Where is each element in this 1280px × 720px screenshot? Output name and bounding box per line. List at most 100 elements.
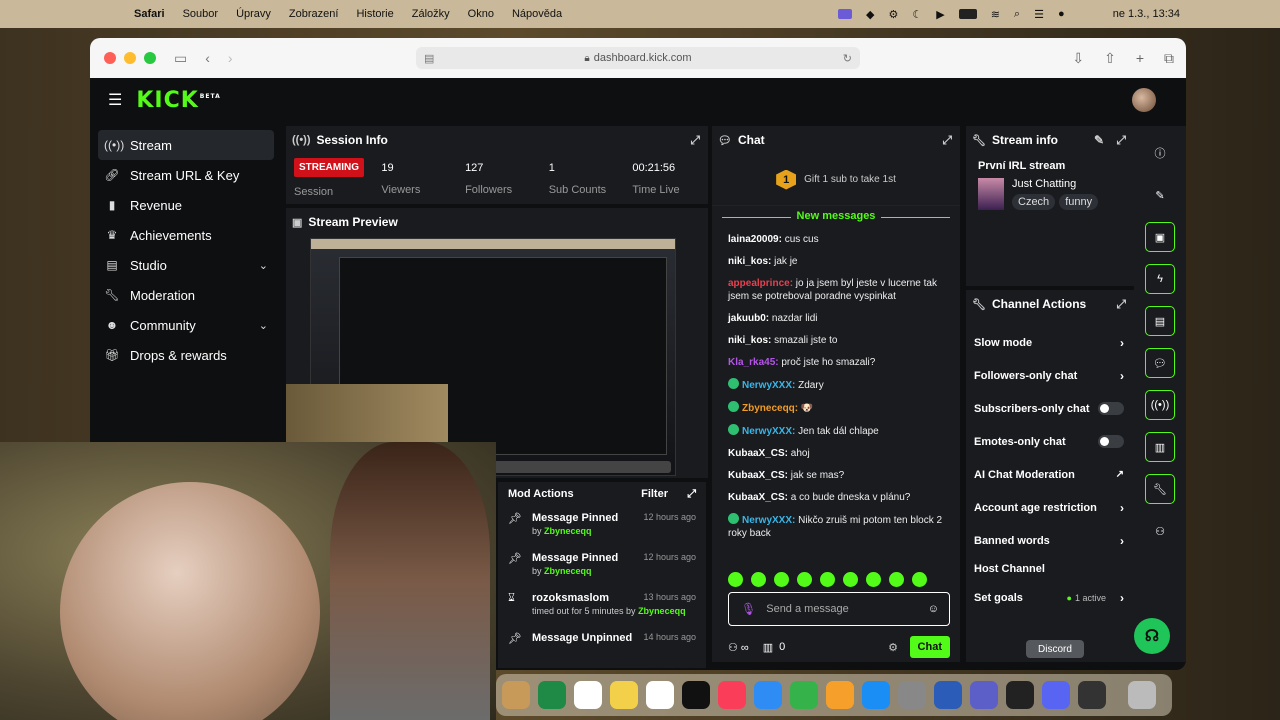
- screen-record-icon[interactable]: [838, 9, 852, 19]
- document-icon[interactable]: ▤: [1145, 306, 1175, 336]
- pages-dock-icon[interactable]: [826, 681, 854, 709]
- gift-count-icon[interactable]: ▥: [763, 641, 773, 654]
- category-thumbnail[interactable]: [978, 178, 1004, 210]
- sidebar-item-community[interactable]: ☻ Community ⌄: [98, 310, 274, 340]
- obs-dock-icon[interactable]: [1078, 681, 1106, 709]
- sidebar-item-stream[interactable]: ((•)) Stream: [98, 130, 274, 160]
- emoji-icon[interactable]: ☺: [928, 603, 939, 615]
- menu-item-view[interactable]: Zobrazení: [289, 8, 339, 20]
- gear-icon[interactable]: ⚙: [888, 641, 898, 654]
- chat-username[interactable]: laina20009:: [728, 234, 782, 245]
- chat-username[interactable]: appealprince:: [728, 278, 793, 289]
- notes-dock-icon[interactable]: [610, 681, 638, 709]
- reminders-dock-icon[interactable]: [574, 681, 602, 709]
- close-window-button[interactable]: [104, 52, 116, 64]
- discord-dock-icon[interactable]: [1042, 681, 1070, 709]
- expand-icon[interactable]: ⤢: [1116, 133, 1126, 148]
- expand-icon[interactable]: ⤢: [687, 488, 696, 501]
- back-arrow-icon[interactable]: ‹: [205, 50, 210, 66]
- emote-icon[interactable]: [912, 572, 927, 587]
- mod-action-moderator[interactable]: Zbyneceqq: [638, 606, 686, 616]
- sidebar-item-moderation[interactable]: 🔧︎ Moderation: [98, 280, 274, 310]
- menu-item-bookmarks[interactable]: Záložky: [412, 8, 450, 20]
- chat-username[interactable]: NerwyXXX:: [742, 426, 795, 437]
- search-icon[interactable]: ⌕: [1014, 8, 1020, 21]
- microphone-icon[interactable]: 🎙︎: [741, 602, 756, 616]
- sidebar-item-studio[interactable]: ▤ Studio ⌄: [98, 250, 274, 280]
- wrench-icon[interactable]: 🔧︎: [1145, 474, 1175, 504]
- music-dock-icon[interactable]: [718, 681, 746, 709]
- numbers-dock-icon[interactable]: [790, 681, 818, 709]
- kick-logo[interactable]: KICKBETA: [136, 88, 220, 113]
- settings-icon[interactable]: ⚙: [888, 8, 898, 21]
- menu-item-edit[interactable]: Úpravy: [236, 8, 271, 20]
- chat-username[interactable]: niki_kos:: [728, 256, 771, 267]
- wifi-icon[interactable]: ≋: [991, 8, 1000, 21]
- menu-item-history[interactable]: Historie: [356, 8, 393, 20]
- chat-username[interactable]: NerwyXXX:: [742, 380, 795, 391]
- chat-bubble-icon[interactable]: 💬︎: [1145, 348, 1175, 378]
- control-center-icon[interactable]: ☰: [1034, 8, 1044, 21]
- expand-icon[interactable]: ⤢: [1116, 297, 1126, 312]
- tag-chip[interactable]: Czech: [1012, 194, 1056, 210]
- excel-dock-icon[interactable]: [538, 681, 566, 709]
- edit-pencil-icon[interactable]: ✎: [1094, 133, 1104, 147]
- emote-icon[interactable]: [797, 572, 812, 587]
- mod-action-item[interactable]: ⌛︎ rozoksmaslom timed out for 5 minutes by…: [498, 586, 706, 626]
- menu-item-window[interactable]: Okno: [468, 8, 494, 20]
- viewers-link-icon[interactable]: ⚇ ∞: [728, 641, 749, 654]
- emote-icon[interactable]: [889, 572, 904, 587]
- tag-chip[interactable]: funny: [1059, 194, 1099, 210]
- emote-icon[interactable]: [843, 572, 858, 587]
- emote-icon[interactable]: [728, 572, 743, 587]
- app-dock-icon[interactable]: [502, 681, 530, 709]
- siri-icon[interactable]: ●: [1058, 8, 1065, 20]
- sidebar-item-stream-url[interactable]: 🔗︎ Stream URL & Key: [98, 160, 274, 190]
- settings-dock-icon[interactable]: [898, 681, 926, 709]
- freeform-dock-icon[interactable]: [646, 681, 674, 709]
- action-slow-mode[interactable]: Slow mode ›: [966, 326, 1134, 359]
- action-account-age[interactable]: Account age restriction ›: [966, 491, 1134, 524]
- emote-icon[interactable]: [866, 572, 881, 587]
- terminal-dock-icon[interactable]: [1006, 681, 1034, 709]
- extension-icon[interactable]: ◆: [866, 8, 874, 21]
- chat-username[interactable]: NerwyXXX:: [742, 515, 795, 526]
- filter-button[interactable]: Filter: [641, 488, 668, 500]
- menubar-clock[interactable]: ne 1.3., 13:34: [1113, 8, 1180, 20]
- battery-icon[interactable]: [958, 9, 977, 19]
- appstore-dock-icon[interactable]: [862, 681, 890, 709]
- chat-username[interactable]: Zbyneceqq:: [742, 403, 798, 414]
- server-icon[interactable]: ▥: [1145, 432, 1175, 462]
- chat-username[interactable]: KubaaX_CS:: [728, 492, 788, 503]
- expand-icon[interactable]: ⤢: [942, 133, 952, 148]
- menu-item-file[interactable]: Soubor: [183, 8, 218, 20]
- sidebar-item-revenue[interactable]: ▮ Revenue: [98, 190, 274, 220]
- reload-icon[interactable]: ↻: [843, 52, 852, 65]
- action-ai-moderation[interactable]: AI Chat Moderation ↗: [966, 458, 1134, 491]
- preview-icon[interactable]: ▣: [1145, 222, 1175, 252]
- chat-username[interactable]: jakuub0:: [728, 313, 769, 324]
- stream-icon[interactable]: ((•)): [1145, 390, 1175, 420]
- play-icon[interactable]: ▶: [936, 8, 944, 21]
- minimize-window-button[interactable]: [124, 52, 136, 64]
- trash-dock-icon[interactable]: [1128, 681, 1156, 709]
- chat-username[interactable]: KubaaX_CS:: [728, 470, 788, 481]
- keynote-dock-icon[interactable]: [754, 681, 782, 709]
- mod-action-moderator[interactable]: Zbyneceqq: [544, 566, 592, 576]
- gift-sub-banner[interactable]: 1 Gift 1 sub to take 1st: [712, 154, 960, 206]
- mod-action-item[interactable]: 📌︎ Message Unpinned 14 hours ago: [498, 626, 706, 666]
- download-icon[interactable]: ⇩: [1072, 50, 1084, 67]
- chevron-down-icon[interactable]: ⌄: [259, 319, 268, 332]
- emote-icon[interactable]: [774, 572, 789, 587]
- edit-pencil-icon[interactable]: ✎: [1145, 180, 1175, 210]
- emote-icon[interactable]: [820, 572, 835, 587]
- category-name[interactable]: Just Chatting: [1012, 178, 1102, 190]
- word-dock-icon[interactable]: [934, 681, 962, 709]
- avatar[interactable]: [1132, 88, 1156, 112]
- action-followers-only[interactable]: Followers-only chat ›: [966, 359, 1134, 392]
- appletv-dock-icon[interactable]: [682, 681, 710, 709]
- teams-dock-icon[interactable]: [970, 681, 998, 709]
- action-host-channel[interactable]: Host Channel: [966, 557, 1134, 581]
- mod-action-item[interactable]: 📌︎ Message Pinned by Zbyneceqq 12 hours ago: [498, 506, 706, 546]
- tab-overview-icon[interactable]: ⧉: [1164, 50, 1174, 67]
